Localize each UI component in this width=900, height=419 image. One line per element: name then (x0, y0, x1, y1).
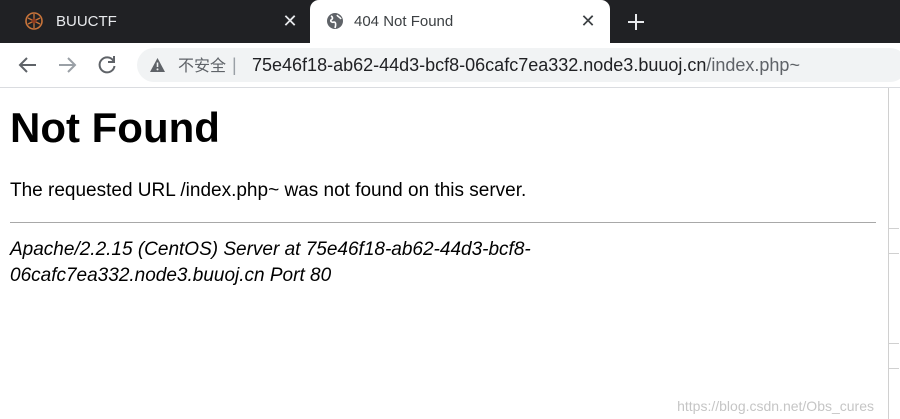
url-host: 75e46f18-ab62-44d3-bcf8-06cafc7ea332.nod… (252, 55, 707, 75)
tab-title: BUUCTF (56, 13, 117, 30)
browser-toolbar: 不安全 | 75e46f18-ab62-44d3-bcf8-06cafc7ea3… (0, 43, 900, 88)
tab-buuctf[interactable]: BUUCTF ✕ (0, 0, 310, 43)
security-label[interactable]: 不安全 (178, 56, 226, 75)
tab-404-not-found[interactable]: 404 Not Found ✕ (310, 0, 610, 43)
url-path: /index.php~ (706, 55, 800, 75)
page-heading: Not Found (10, 104, 220, 151)
close-icon[interactable]: ✕ (578, 11, 598, 31)
url-text[interactable]: 75e46f18-ab62-44d3-bcf8-06cafc7ea332.nod… (252, 55, 800, 76)
address-bar[interactable]: 不安全 | 75e46f18-ab62-44d3-bcf8-06cafc7ea3… (137, 48, 900, 82)
globe-icon (325, 11, 345, 31)
arrow-right-icon[interactable] (54, 52, 80, 78)
tab-title: 404 Not Found (354, 13, 454, 30)
close-icon[interactable]: ✕ (280, 11, 300, 31)
watermark-text: https://blog.csdn.net/Obs_cures (677, 398, 874, 414)
edge-marker (889, 343, 899, 369)
warning-triangle-icon[interactable] (149, 57, 166, 73)
arrow-left-icon[interactable] (15, 52, 41, 78)
security-separator: | (232, 55, 237, 75)
tab-strip: BUUCTF ✕ 404 Not Found ✕ (0, 0, 900, 43)
edge-marker (889, 228, 899, 254)
divider (10, 222, 876, 223)
buuctf-logo-icon (24, 11, 44, 31)
page-content: Not Found The requested URL /index.php~ … (0, 88, 888, 419)
browser-window: BUUCTF ✕ 404 Not Found ✕ 不安全 | 75e46f18-… (0, 0, 900, 419)
right-edge-panel (888, 88, 900, 419)
error-message: The requested URL /index.php~ was not fo… (10, 180, 527, 201)
server-signature: Apache/2.2.15 (CentOS) Server at 75e46f1… (10, 239, 531, 286)
plus-icon[interactable] (624, 10, 648, 34)
reload-icon[interactable] (94, 52, 120, 78)
